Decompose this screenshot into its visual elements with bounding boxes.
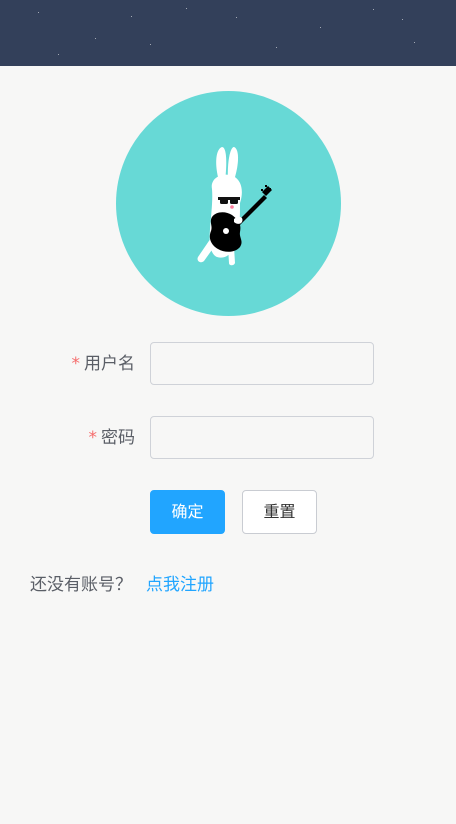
register-prompt-text: 还没有账号？ — [30, 575, 132, 595]
rabbit-guitar-icon — [197, 147, 272, 266]
password-input[interactable] — [150, 416, 374, 459]
username-input[interactable] — [150, 342, 374, 385]
password-label-text: 密码 — [101, 428, 135, 448]
star-dot — [276, 47, 277, 48]
password-label: * 密码 — [89, 416, 136, 460]
star-dot — [402, 19, 403, 20]
star-dot — [38, 12, 39, 13]
password-row: * 密码 — [0, 416, 456, 462]
star-dot — [58, 54, 59, 55]
required-mark: * — [71, 354, 81, 374]
required-mark: * — [88, 428, 98, 448]
star-dot — [131, 16, 132, 17]
register-link[interactable]: 点我注册 — [146, 575, 214, 595]
star-dot — [95, 38, 96, 39]
username-row: * 用户名 — [0, 342, 456, 388]
confirm-button[interactable]: 确定 — [150, 490, 225, 534]
username-label-text: 用户名 — [84, 354, 135, 374]
star-dot — [320, 27, 321, 28]
star-dot — [150, 44, 151, 45]
reset-button[interactable]: 重置 — [242, 490, 317, 534]
star-dot — [414, 42, 415, 43]
avatar — [116, 91, 341, 316]
top-banner — [0, 0, 456, 66]
star-dot — [186, 8, 187, 9]
username-label: * 用户名 — [72, 342, 136, 386]
star-dot — [236, 17, 237, 18]
star-dot — [373, 9, 374, 10]
register-prompt-row: 还没有账号？ 点我注册 — [30, 572, 214, 598]
